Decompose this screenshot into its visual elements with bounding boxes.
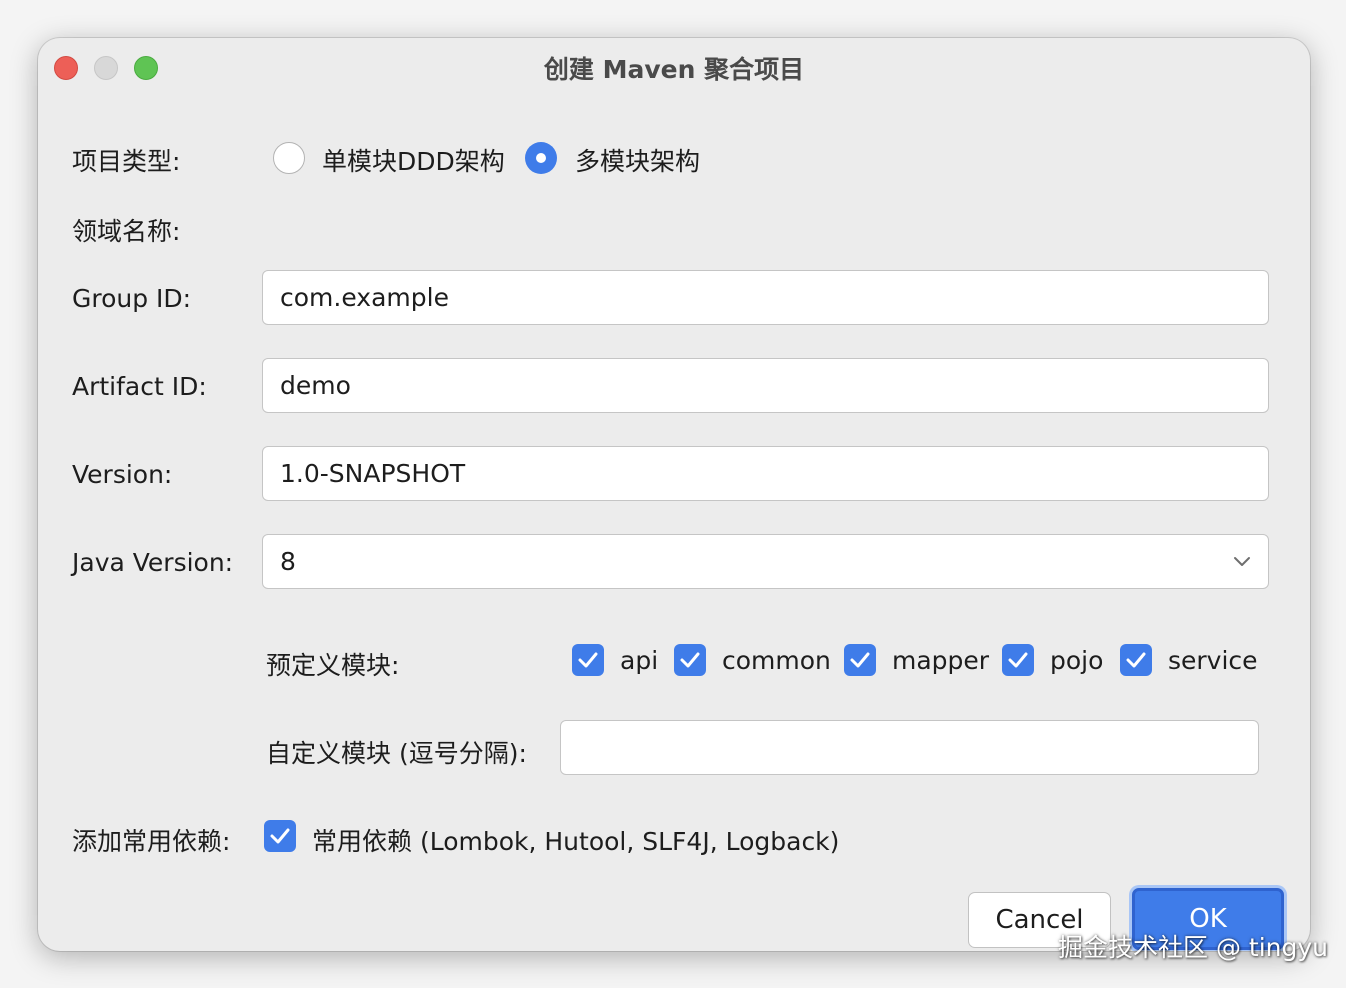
version-label: Version: <box>72 460 173 489</box>
group-id-input[interactable]: com.example <box>262 270 1269 325</box>
watermark-text: 掘金技术社区 @ tingyu <box>1058 933 1328 962</box>
checkmark-icon <box>270 828 290 844</box>
checkbox-module-service[interactable] <box>1120 644 1152 676</box>
module-pojo-label[interactable]: pojo <box>1050 646 1103 675</box>
dialog-window: 创建 Maven 聚合项目 项目类型: 单模块DDD架构 多模块架构 领域名称:… <box>38 38 1310 951</box>
custom-modules-input[interactable] <box>560 720 1259 775</box>
artifact-id-label: Artifact ID: <box>72 372 207 401</box>
radio-multi-module-label[interactable]: 多模块架构 <box>575 142 700 178</box>
java-version-select[interactable]: 8 <box>262 534 1269 589</box>
module-common-label[interactable]: common <box>722 646 831 675</box>
radio-selected-dot <box>536 153 546 163</box>
checkbox-module-api[interactable] <box>572 644 604 676</box>
custom-modules-label: 自定义模块 (逗号分隔): <box>266 739 527 768</box>
checkmark-icon <box>578 652 598 668</box>
radio-single-module-ddd[interactable] <box>273 142 305 174</box>
group-id-label: Group ID: <box>72 284 192 313</box>
checkmark-icon <box>850 652 870 668</box>
checkbox-module-mapper[interactable] <box>844 644 876 676</box>
radio-multi-module[interactable] <box>525 142 557 174</box>
module-api-label[interactable]: api <box>620 646 658 675</box>
common-dependencies-label[interactable]: 常用依赖 (Lombok, Hutool, SLF4J, Logback) <box>312 822 839 858</box>
java-version-label: Java Version: <box>72 548 234 577</box>
checkbox-module-pojo[interactable] <box>1002 644 1034 676</box>
predefined-modules-label: 预定义模块: <box>266 651 400 680</box>
domain-name-label: 领域名称: <box>72 217 181 246</box>
checkbox-module-common[interactable] <box>674 644 706 676</box>
module-mapper-label[interactable]: mapper <box>892 646 989 675</box>
chevron-down-icon <box>1234 557 1250 566</box>
dialog-title: 创建 Maven 聚合项目 <box>543 55 805 84</box>
checkmark-icon <box>680 652 700 668</box>
checkmark-icon <box>1126 652 1146 668</box>
radio-single-module-ddd-label[interactable]: 单模块DDD架构 <box>322 142 505 178</box>
version-input[interactable]: 1.0-SNAPSHOT <box>262 446 1269 501</box>
dependencies-label: 添加常用依赖: <box>72 827 231 856</box>
project-type-label: 项目类型: <box>72 147 181 176</box>
checkmark-icon <box>1008 652 1028 668</box>
artifact-id-input[interactable]: demo <box>262 358 1269 413</box>
checkbox-common-dependencies[interactable] <box>264 820 296 852</box>
module-service-label[interactable]: service <box>1168 646 1258 675</box>
java-version-value: 8 <box>280 547 296 576</box>
